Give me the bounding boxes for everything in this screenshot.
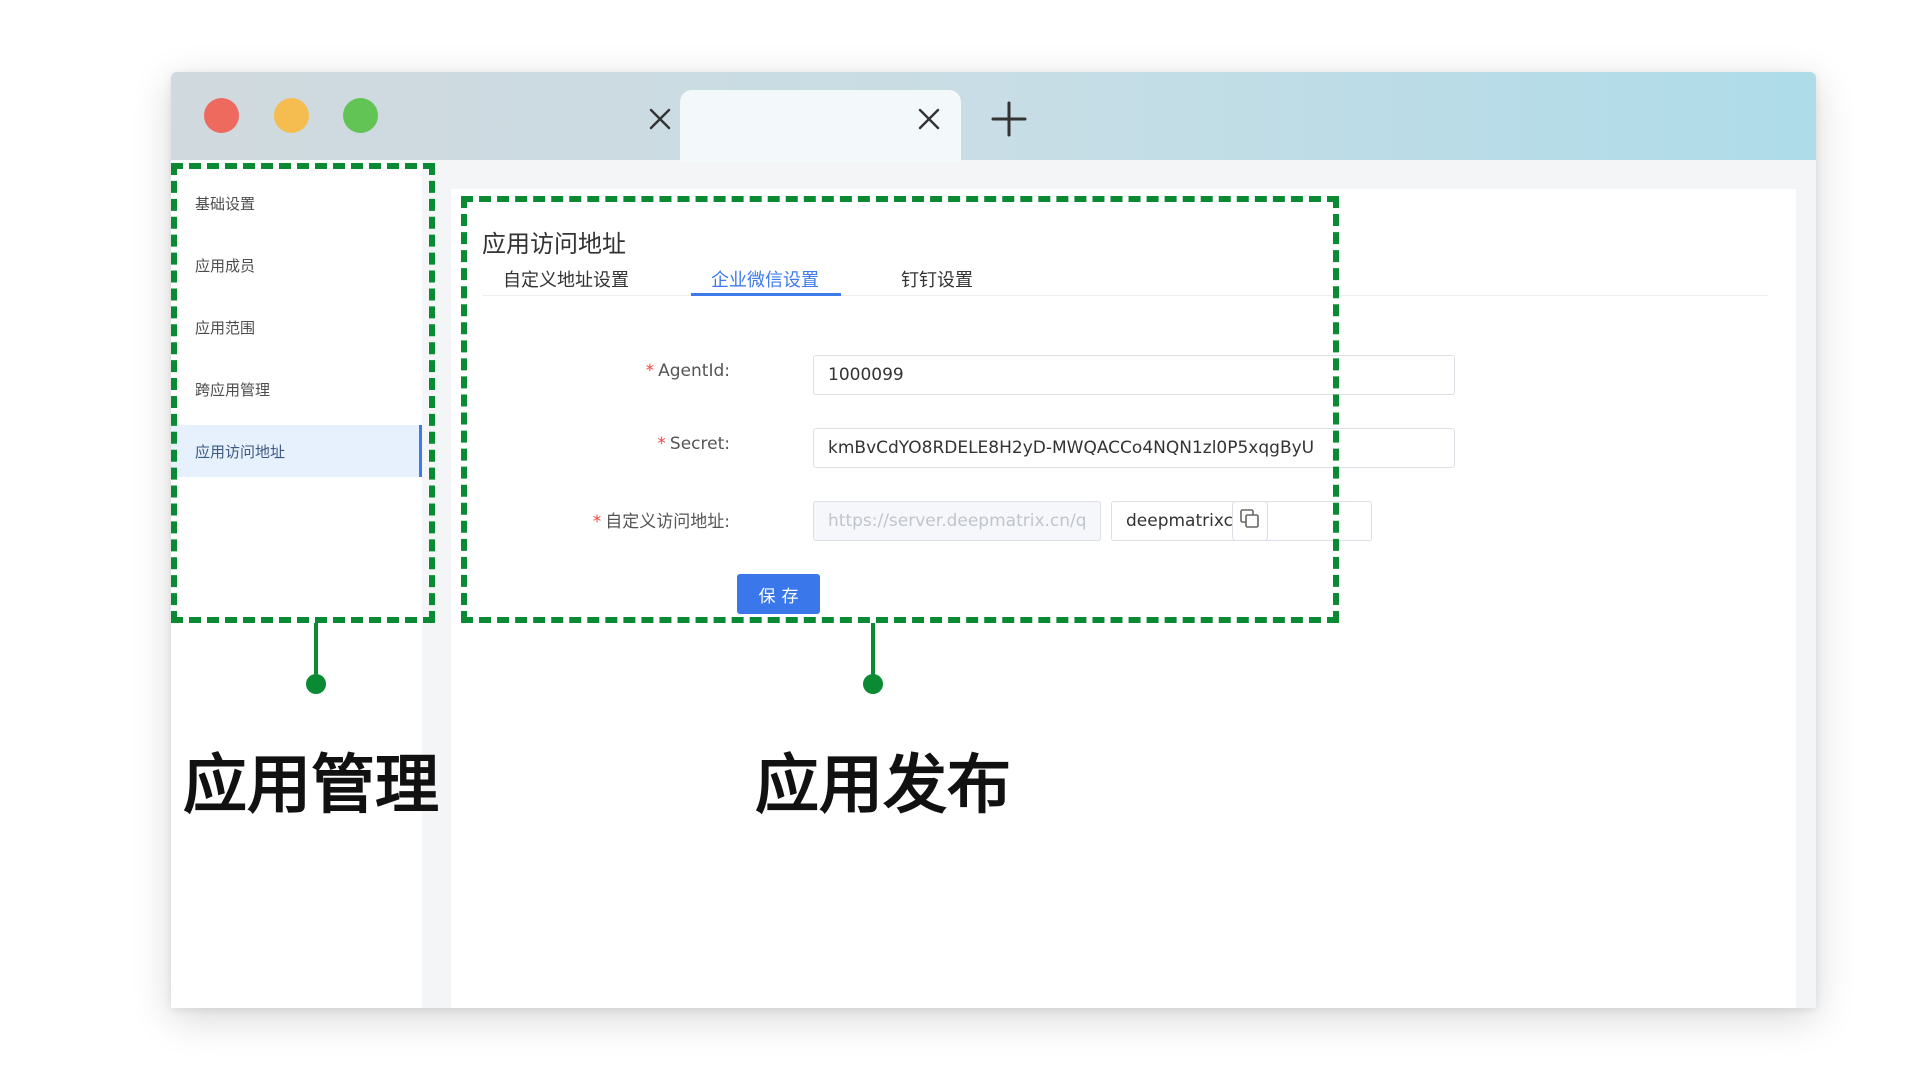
minimize-window-button[interactable] xyxy=(274,98,309,133)
app-publish-callout-line xyxy=(871,623,875,678)
tab-close-icon[interactable] xyxy=(640,99,680,139)
browser-tab-active[interactable] xyxy=(680,90,961,162)
app-management-callout-label: 应用管理 xyxy=(183,749,439,823)
new-tab-icon[interactable] xyxy=(989,99,1029,139)
tab-close-icon[interactable] xyxy=(909,99,949,139)
app-publish-callout-dot xyxy=(863,674,883,694)
app-publish-callout-box xyxy=(461,196,1339,623)
app-publish-callout-label: 应用发布 xyxy=(755,749,1011,823)
close-window-button[interactable] xyxy=(204,98,239,133)
maximize-window-button[interactable] xyxy=(343,98,378,133)
app-management-callout-box xyxy=(171,163,435,623)
app-management-callout-line xyxy=(314,623,318,678)
app-management-callout-dot xyxy=(306,674,326,694)
title-bar xyxy=(171,72,1816,162)
